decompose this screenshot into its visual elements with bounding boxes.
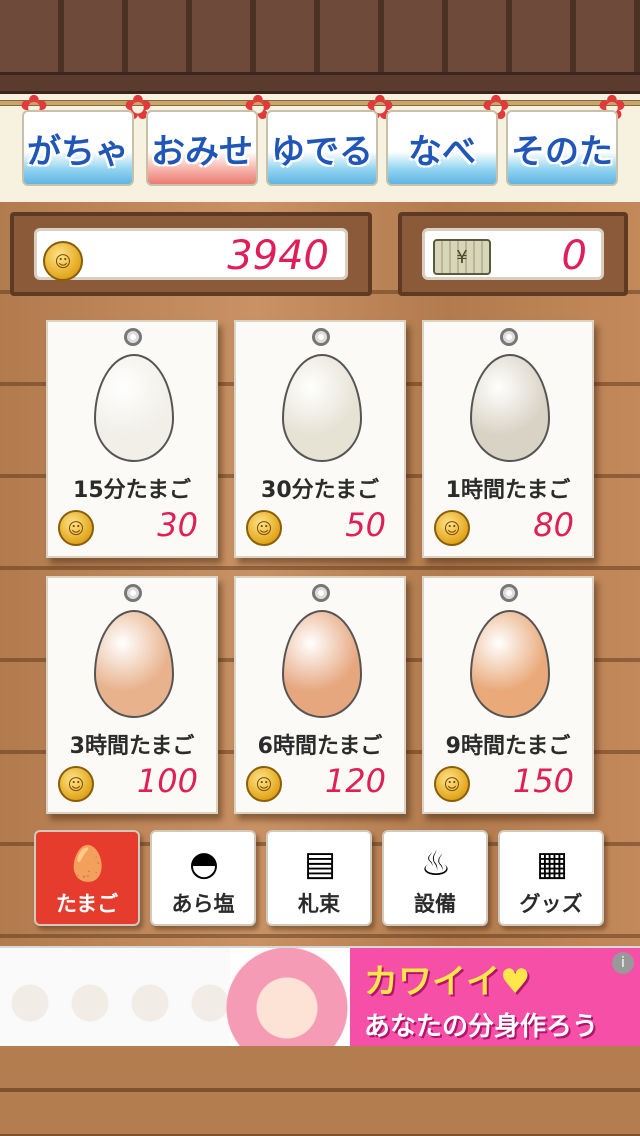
- tool-eggs-button[interactable]: 🥚 たまご: [34, 830, 140, 926]
- tool-label: 札束: [298, 892, 340, 916]
- ad-faces-image: [0, 948, 230, 1046]
- egg-price: 100: [136, 762, 198, 800]
- egg-card-30min[interactable]: 30分たまご ☺ 50: [234, 320, 406, 558]
- egg-name: 15分たまご: [73, 478, 191, 503]
- bill-amount: 0: [561, 233, 587, 279]
- egg-name: 3時間たまご: [69, 734, 195, 759]
- tool-label: グッズ: [519, 892, 583, 916]
- ad-character-image: [222, 948, 352, 1046]
- pin-icon: [500, 584, 518, 602]
- coin-icon: ☺: [43, 241, 83, 281]
- tool-label: あら塩: [171, 892, 235, 916]
- egg-name: 30分たまご: [261, 478, 379, 503]
- money-bundle-icon: ▤: [303, 844, 337, 884]
- wood-floor: [0, 1046, 640, 1136]
- salt-bowl-icon: ◓: [189, 844, 219, 884]
- bill-counter-panel: ¥ 0: [422, 228, 604, 280]
- tab-shop[interactable]: おみせ: [146, 110, 258, 186]
- info-icon[interactable]: i: [612, 952, 634, 974]
- egg-price: 50: [345, 506, 386, 544]
- pin-icon: [124, 584, 142, 602]
- egg-price: 30: [157, 506, 198, 544]
- coin-counter-panel: ☺ 3940: [34, 228, 348, 281]
- egg-name: 6時間たまご: [257, 734, 383, 759]
- coin-icon: ☺: [434, 510, 470, 546]
- coin-counter: ☺ 3940: [10, 212, 372, 296]
- tool-goods-button[interactable]: ▦ グッズ: [498, 830, 604, 926]
- tool-money-button[interactable]: ▤ 札束: [266, 830, 372, 926]
- egg-icon: [470, 354, 550, 462]
- money-bundle-icon: ¥: [433, 239, 491, 275]
- pot-icon: ♨: [420, 844, 452, 884]
- egg-card-6hour[interactable]: 6時間たまご ☺ 120: [234, 576, 406, 814]
- egg-price: 150: [512, 762, 574, 800]
- pin-icon: [124, 328, 142, 346]
- rope: [0, 100, 640, 106]
- egg-card-3hour[interactable]: 3時間たまご ☺ 100: [46, 576, 218, 814]
- egg-basket-icon: 🥚: [66, 844, 110, 884]
- tab-other[interactable]: そのた: [506, 110, 618, 186]
- egg-icon: [94, 610, 174, 718]
- pin-icon: [500, 328, 518, 346]
- tool-label: たまご: [55, 892, 119, 916]
- egg-card-15min[interactable]: 15分たまご ☺ 30: [46, 320, 218, 558]
- egg-icon: [94, 354, 174, 462]
- tab-boil[interactable]: ゆでる: [266, 110, 378, 186]
- pin-icon: [312, 328, 330, 346]
- tool-equipment-button[interactable]: ♨ 設備: [382, 830, 488, 926]
- coin-icon: ☺: [246, 766, 282, 802]
- egg-icon: [282, 354, 362, 462]
- goods-cards-icon: ▦: [535, 844, 569, 884]
- coin-icon: ☺: [246, 510, 282, 546]
- tool-label: 設備: [414, 892, 456, 916]
- coin-amount: 3940: [227, 233, 329, 279]
- tab-pot[interactable]: なべ: [386, 110, 498, 186]
- ad-headline: カワイイ♥: [364, 962, 531, 1002]
- coin-icon: ☺: [58, 510, 94, 546]
- coin-icon: ☺: [434, 766, 470, 802]
- egg-price: 120: [324, 762, 386, 800]
- tab-gacha[interactable]: がちゃ: [22, 110, 134, 186]
- pin-icon: [312, 584, 330, 602]
- egg-price: 80: [533, 506, 574, 544]
- egg-card-1hour[interactable]: 1時間たまご ☺ 80: [422, 320, 594, 558]
- bill-counter: ¥ 0: [398, 212, 628, 296]
- ad-subline: あなたの分身作ろう: [364, 1012, 599, 1042]
- ad-banner[interactable]: カワイイ♥ あなたの分身作ろう i: [0, 946, 640, 1046]
- roof-beam: [0, 72, 640, 94]
- egg-name: 1時間たまご: [445, 478, 571, 503]
- egg-icon: [282, 610, 362, 718]
- egg-name: 9時間たまご: [445, 734, 571, 759]
- tool-salt-button[interactable]: ◓ あら塩: [150, 830, 256, 926]
- egg-card-9hour[interactable]: 9時間たまご ☺ 150: [422, 576, 594, 814]
- egg-icon: [470, 610, 550, 718]
- coin-icon: ☺: [58, 766, 94, 802]
